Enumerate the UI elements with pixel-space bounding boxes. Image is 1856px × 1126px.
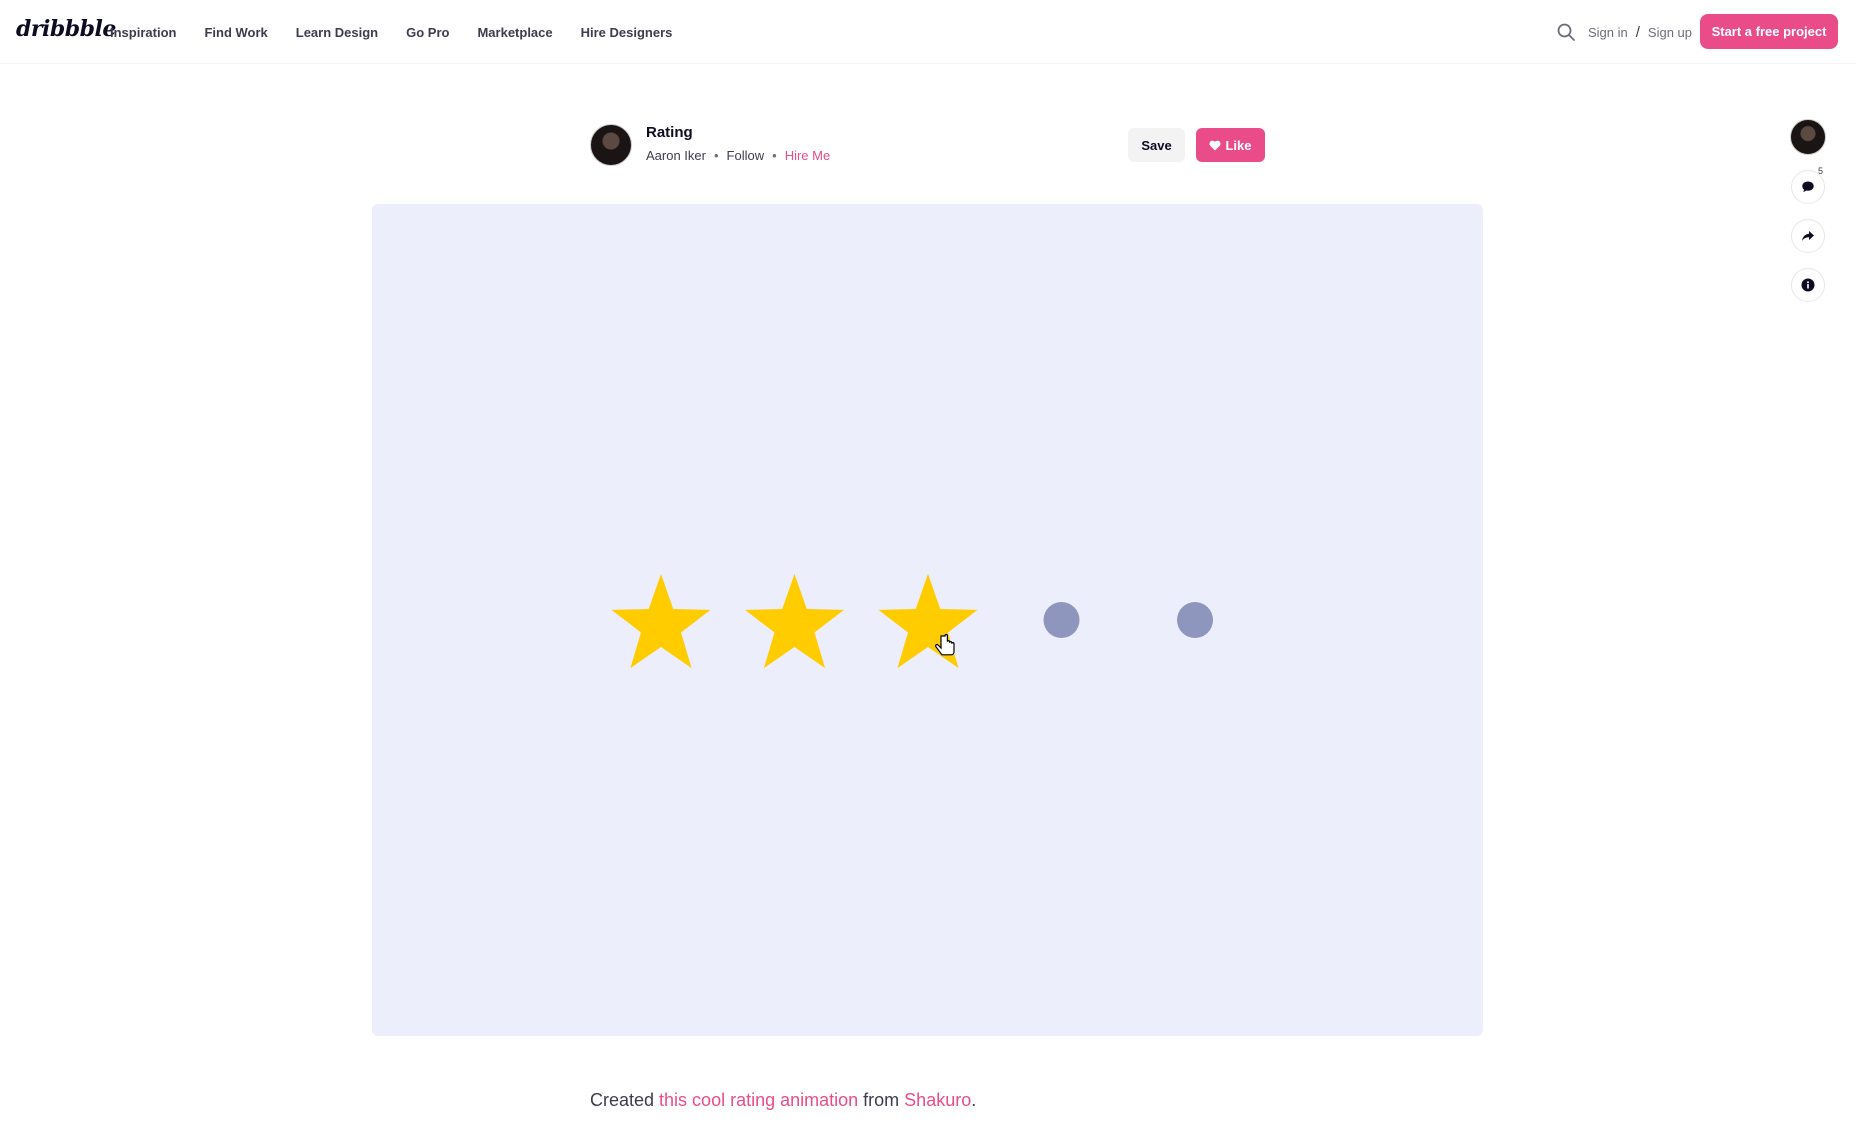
- like-label: Like: [1225, 137, 1252, 153]
- meta-bullet: •: [772, 148, 777, 163]
- description-middle: from: [858, 1090, 905, 1110]
- save-button[interactable]: Save: [1128, 128, 1185, 162]
- comment-icon: [1802, 181, 1814, 193]
- auth-links: Sign in / Sign up: [1588, 0, 1692, 64]
- shot-canvas: [372, 204, 1483, 1036]
- search-icon[interactable]: [1556, 22, 1576, 42]
- rating-animation-link[interactable]: this cool rating animation: [659, 1090, 858, 1110]
- star-filled-2[interactable]: [745, 574, 844, 669]
- sign-in-link[interactable]: Sign in: [1588, 25, 1628, 40]
- shot-meta: Aaron Iker • Follow • Hire Me: [646, 148, 830, 163]
- nav-hire-designers[interactable]: Hire Designers: [581, 25, 673, 40]
- heart-icon: [1209, 140, 1222, 150]
- meta-bullet: •: [713, 148, 719, 163]
- top-navigation: dribbble Inspiration Find Work Learn Des…: [0, 0, 1856, 64]
- nav-go-pro[interactable]: Go Pro: [406, 25, 449, 40]
- start-project-button[interactable]: Start a free project: [1700, 14, 1838, 49]
- like-button[interactable]: Like: [1196, 128, 1265, 162]
- nav-find-work[interactable]: Find Work: [204, 25, 267, 40]
- hire-me-link[interactable]: Hire Me: [785, 148, 831, 163]
- description-suffix: .: [971, 1090, 977, 1110]
- info-button[interactable]: [1791, 268, 1825, 302]
- nav-inspiration[interactable]: Inspiration: [110, 25, 176, 40]
- nav-learn-design[interactable]: Learn Design: [296, 25, 378, 40]
- nav-marketplace[interactable]: Marketplace: [477, 25, 552, 40]
- shot-title: Rating: [646, 124, 693, 141]
- star-empty-5[interactable]: [1177, 602, 1213, 638]
- rating-widget[interactable]: [372, 204, 1483, 1036]
- author-avatar[interactable]: [590, 124, 632, 166]
- star-filled-1[interactable]: [611, 574, 711, 669]
- auth-separator: /: [1635, 23, 1640, 41]
- sidebar-author-avatar[interactable]: [1790, 119, 1826, 155]
- follow-link[interactable]: Follow: [727, 148, 765, 163]
- main-nav: Inspiration Find Work Learn Design Go Pr…: [110, 0, 672, 64]
- comments-count: 5: [1818, 166, 1824, 176]
- star-empty-4[interactable]: [1043, 602, 1080, 638]
- share-icon: [1802, 231, 1814, 241]
- share-button[interactable]: [1791, 219, 1825, 253]
- sign-up-link[interactable]: Sign up: [1648, 25, 1692, 40]
- star-filled-3[interactable]: [878, 574, 978, 669]
- info-icon: [1801, 278, 1815, 292]
- author-name[interactable]: Aaron Iker: [646, 148, 706, 163]
- shakuro-link[interactable]: Shakuro: [904, 1090, 971, 1110]
- shot-description: Created this cool rating animation from …: [590, 1090, 976, 1111]
- description-prefix: Created: [590, 1090, 660, 1110]
- dribbble-logo[interactable]: dribbble: [16, 16, 116, 42]
